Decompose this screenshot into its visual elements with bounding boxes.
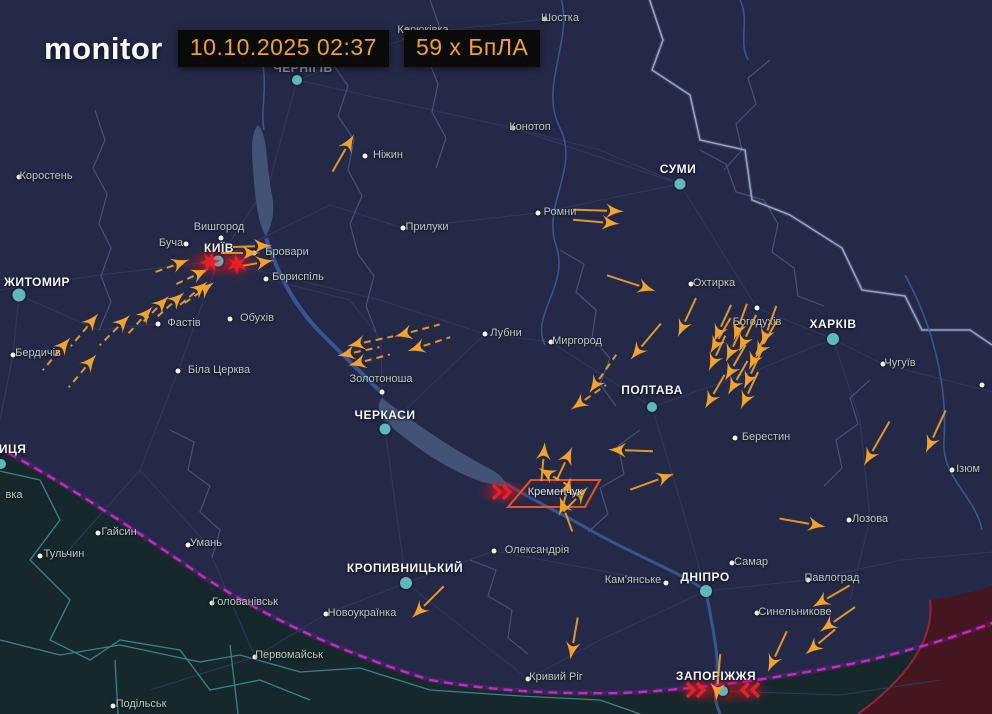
kremenchuk-zone-label: Кременчук xyxy=(528,486,582,498)
map-canvas[interactable] xyxy=(0,0,992,714)
brand-logo: monitor xyxy=(44,31,163,67)
drone-count-badge: 59 х БпЛА xyxy=(404,30,540,67)
timestamp-badge: 10.10.2025 02:37 xyxy=(178,30,389,67)
drone-monitor-app: ЧЕРНІГІВКИЇВСУМИХАРКІВПОЛТАВАЧЕРКАСИКРОП… xyxy=(0,0,992,714)
header: monitor 10.10.2025 02:37 59 х БпЛА xyxy=(44,30,540,67)
